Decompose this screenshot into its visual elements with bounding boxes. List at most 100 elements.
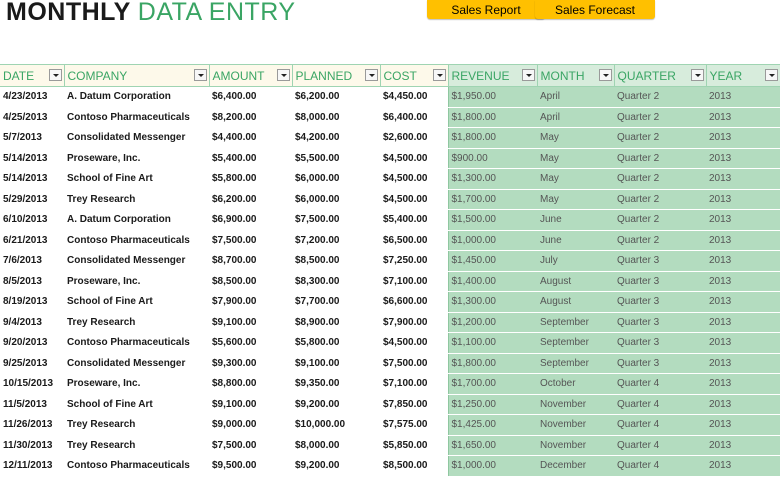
company-cell[interactable]: Trey Research (64, 414, 209, 436)
quarter-cell[interactable]: Quarter 4 (614, 394, 706, 415)
company-cell[interactable]: Contoso Pharmaceuticals (64, 332, 209, 354)
revenue-cell[interactable]: $1,300.00 (447, 291, 537, 313)
month-cell[interactable]: May (537, 189, 614, 210)
filter-dropdown-icon[interactable] (521, 69, 535, 81)
date-cell[interactable]: 9/4/2013 (0, 312, 64, 333)
month-cell[interactable]: April (537, 86, 614, 108)
cost-cell[interactable]: $4,500.00 (380, 168, 448, 190)
year-cell[interactable]: 2013 (706, 332, 780, 354)
revenue-cell[interactable]: $1,800.00 (447, 127, 537, 149)
company-cell[interactable]: Consolidated Messenger (64, 353, 209, 374)
cost-cell[interactable]: $7,100.00 (380, 373, 448, 395)
date-cell[interactable]: 5/14/2013 (0, 168, 64, 190)
amount-cell[interactable]: $7,500.00 (209, 435, 292, 456)
cost-cell[interactable]: $5,850.00 (380, 435, 448, 456)
revenue-cell[interactable]: $1,425.00 (447, 414, 537, 436)
filter-dropdown-icon[interactable] (432, 69, 446, 81)
date-cell[interactable]: 8/19/2013 (0, 291, 64, 313)
table-row[interactable]: 10/15/2013 Proseware, Inc. $8,800.00 $9,350… (0, 373, 780, 395)
sales-report-button[interactable]: Sales Report (427, 0, 545, 19)
planned-cell[interactable]: $9,200.00 (292, 455, 380, 477)
month-cell[interactable]: September (537, 332, 614, 354)
amount-cell[interactable]: $5,400.00 (209, 148, 292, 169)
year-cell[interactable]: 2013 (706, 148, 780, 169)
table-row[interactable]: 5/14/2013 Proseware, Inc. $5,400.00 $5,500.… (0, 148, 780, 169)
revenue-cell[interactable]: $1,000.00 (447, 230, 537, 251)
table-row[interactable]: 6/21/2013 Contoso Pharmaceuticals $7,500.0… (0, 230, 780, 251)
table-row[interactable]: 4/23/2013 A. Datum Corporation $6,400.00 $6… (0, 86, 780, 108)
month-cell[interactable]: July (537, 250, 614, 272)
date-cell[interactable]: 6/10/2013 (0, 209, 64, 231)
year-cell[interactable]: 2013 (706, 394, 780, 415)
quarter-cell[interactable]: Quarter 2 (614, 209, 706, 231)
table-row[interactable]: 5/7/2013 Consolidated Messenger $4,400.00 $… (0, 127, 780, 149)
planned-cell[interactable]: $9,350.00 (292, 373, 380, 395)
planned-cell[interactable]: $7,500.00 (292, 209, 380, 231)
planned-cell[interactable]: $9,100.00 (292, 353, 380, 374)
quarter-cell[interactable]: Quarter 4 (614, 373, 706, 395)
year-cell[interactable]: 2013 (706, 373, 780, 395)
company-cell[interactable]: School of Fine Art (64, 394, 209, 415)
amount-cell[interactable]: $5,600.00 (209, 332, 292, 354)
year-cell[interactable]: 2013 (706, 250, 780, 272)
table-row[interactable]: 6/10/2013 A. Datum Corporation $6,900.00 $7… (0, 209, 780, 231)
date-cell[interactable]: 11/26/2013 (0, 414, 64, 436)
cost-cell[interactable]: $7,100.00 (380, 271, 448, 292)
company-cell[interactable]: School of Fine Art (64, 291, 209, 313)
date-cell[interactable]: 6/21/2013 (0, 230, 64, 251)
planned-cell[interactable]: $5,800.00 (292, 332, 380, 354)
company-cell[interactable]: Trey Research (64, 435, 209, 456)
table-row[interactable]: 11/26/2013 Trey Research $9,000.00 $10,000.… (0, 414, 780, 436)
month-cell[interactable]: August (537, 271, 614, 292)
year-cell[interactable]: 2013 (706, 127, 780, 149)
planned-cell[interactable]: $10,000.00 (292, 414, 380, 436)
cost-cell[interactable]: $7,900.00 (380, 312, 448, 333)
quarter-cell[interactable]: Quarter 2 (614, 107, 706, 128)
cost-cell[interactable]: $8,500.00 (380, 455, 448, 477)
amount-cell[interactable]: $5,800.00 (209, 168, 292, 190)
column-header-quarter[interactable]: QUARTER (613, 64, 706, 87)
quarter-cell[interactable]: Quarter 2 (614, 189, 706, 210)
company-cell[interactable]: Contoso Pharmaceuticals (64, 455, 209, 477)
revenue-cell[interactable]: $900.00 (447, 148, 537, 169)
amount-cell[interactable]: $9,100.00 (209, 394, 292, 415)
company-cell[interactable]: Proseware, Inc. (64, 373, 209, 395)
company-cell[interactable]: A. Datum Corporation (64, 209, 209, 231)
amount-cell[interactable]: $7,900.00 (209, 291, 292, 313)
cost-cell[interactable]: $5,400.00 (380, 209, 448, 231)
date-cell[interactable]: 11/30/2013 (0, 435, 64, 456)
company-cell[interactable]: Consolidated Messenger (64, 127, 209, 149)
column-header-cost[interactable]: COST (379, 64, 448, 87)
revenue-cell[interactable]: $1,800.00 (447, 107, 537, 128)
revenue-cell[interactable]: $1,950.00 (447, 86, 537, 108)
cost-cell[interactable]: $4,500.00 (380, 332, 448, 354)
date-cell[interactable]: 5/7/2013 (0, 127, 64, 149)
year-cell[interactable]: 2013 (706, 291, 780, 313)
year-cell[interactable]: 2013 (706, 107, 780, 128)
year-cell[interactable]: 2013 (706, 209, 780, 231)
filter-dropdown-icon[interactable] (276, 69, 290, 81)
cost-cell[interactable]: $6,400.00 (380, 107, 448, 128)
month-cell[interactable]: May (537, 127, 614, 149)
company-cell[interactable]: Contoso Pharmaceuticals (64, 230, 209, 251)
column-header-company[interactable]: COMPANY (63, 64, 209, 87)
year-cell[interactable]: 2013 (706, 455, 780, 477)
amount-cell[interactable]: $9,100.00 (209, 312, 292, 333)
date-cell[interactable]: 8/5/2013 (0, 271, 64, 292)
month-cell[interactable]: September (537, 353, 614, 374)
planned-cell[interactable]: $7,200.00 (292, 230, 380, 251)
planned-cell[interactable]: $6,000.00 (292, 168, 380, 190)
filter-dropdown-icon[interactable] (48, 69, 62, 81)
year-cell[interactable]: 2013 (706, 353, 780, 374)
year-cell[interactable]: 2013 (706, 230, 780, 251)
company-cell[interactable]: Consolidated Messenger (64, 250, 209, 272)
table-row[interactable]: 11/30/2013 Trey Research $7,500.00 $8,000.0… (0, 435, 780, 456)
quarter-cell[interactable]: Quarter 2 (614, 127, 706, 149)
amount-cell[interactable]: $6,200.00 (209, 189, 292, 210)
amount-cell[interactable]: $6,400.00 (209, 86, 292, 108)
month-cell[interactable]: November (537, 414, 614, 436)
amount-cell[interactable]: $9,000.00 (209, 414, 292, 436)
amount-cell[interactable]: $4,400.00 (209, 127, 292, 149)
quarter-cell[interactable]: Quarter 3 (614, 250, 706, 272)
company-cell[interactable]: School of Fine Art (64, 168, 209, 190)
